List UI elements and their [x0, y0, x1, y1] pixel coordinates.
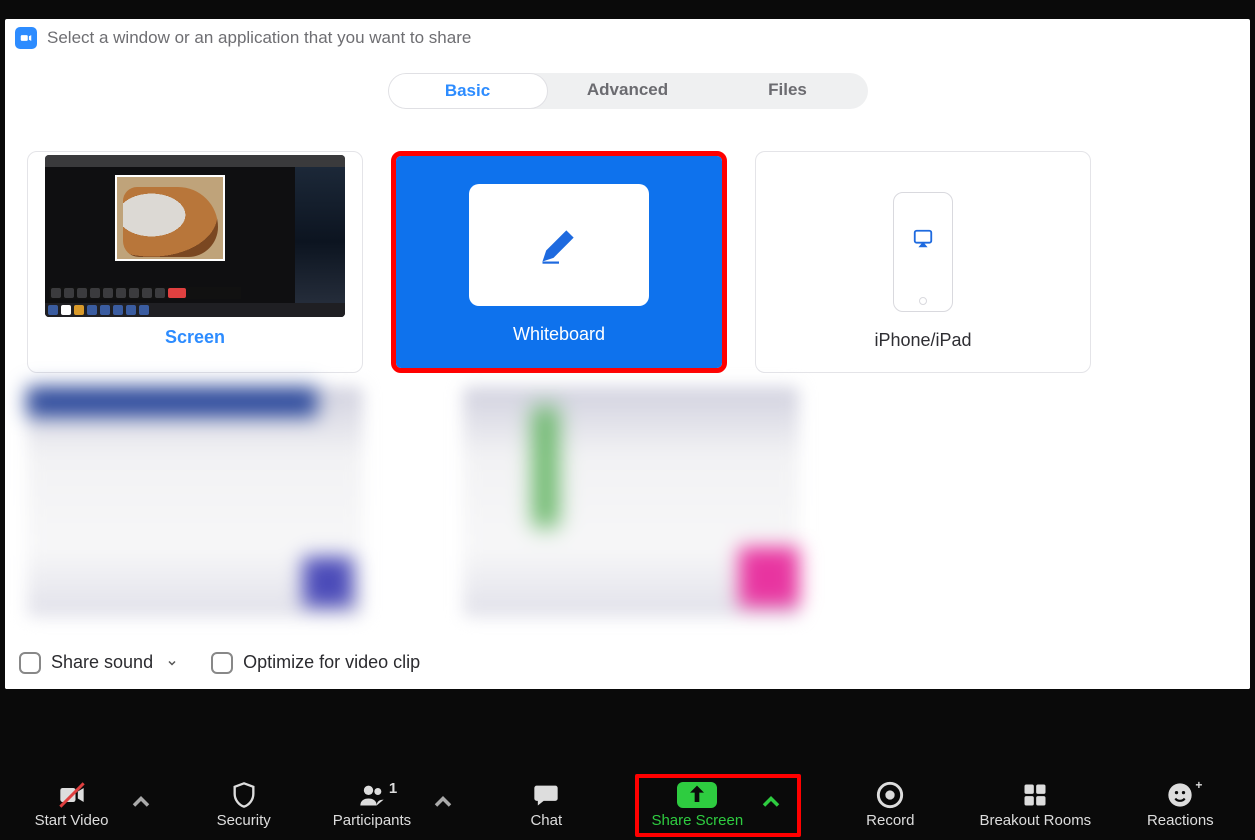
plus-badge-icon: + — [1195, 778, 1202, 792]
checkbox-icon — [211, 652, 233, 674]
security-button[interactable]: Security — [204, 782, 284, 829]
optimize-video-label: Optimize for video clip — [243, 652, 420, 673]
share-option-whiteboard-label: Whiteboard — [513, 324, 605, 345]
share-screen-dialog: Select a window or an application that y… — [5, 19, 1250, 689]
reactions-button[interactable]: + Reactions — [1140, 782, 1220, 829]
start-video-button[interactable]: Start Video — [35, 782, 109, 829]
share-tab-bar: Basic Advanced Files — [5, 73, 1250, 109]
breakout-rooms-label: Breakout Rooms — [979, 812, 1091, 829]
dialog-title: Select a window or an application that y… — [47, 28, 471, 48]
chevron-up-icon[interactable] — [127, 788, 155, 820]
chevron-down-icon[interactable] — [163, 654, 181, 672]
tab-files[interactable]: Files — [708, 73, 868, 109]
chat-icon — [532, 782, 560, 808]
participant-count-badge: 1 — [389, 780, 397, 797]
zoom-app-icon — [15, 27, 37, 49]
share-option-screen[interactable]: Screen — [27, 151, 363, 373]
reactions-icon — [1166, 782, 1194, 808]
chevron-up-icon[interactable] — [429, 788, 457, 820]
share-option-screen-label: Screen — [165, 327, 225, 348]
chevron-up-icon[interactable] — [757, 788, 785, 820]
checkbox-icon — [19, 652, 41, 674]
share-option-window-blurred-2[interactable] — [463, 387, 799, 617]
share-options-grid: Screen Whiteboard iPh — [5, 109, 1250, 373]
record-icon — [876, 782, 904, 808]
record-button[interactable]: Record — [850, 782, 930, 829]
share-screen-label: Share Screen — [651, 812, 743, 829]
optimize-video-checkbox[interactable]: Optimize for video clip — [211, 652, 420, 674]
airplay-icon — [910, 228, 936, 250]
chat-button[interactable]: Chat — [506, 782, 586, 829]
share-option-iphone-ipad[interactable]: iPhone/iPad — [755, 151, 1091, 373]
screen-thumbnail — [45, 155, 345, 317]
chat-label: Chat — [530, 812, 562, 829]
tab-basic[interactable]: Basic — [388, 73, 548, 109]
share-option-iphone-label: iPhone/iPad — [874, 330, 971, 351]
breakout-rooms-icon — [1021, 782, 1049, 808]
blurred-windows-row — [5, 373, 1250, 617]
participants-button[interactable]: 1 Participants — [333, 782, 411, 829]
tab-group: Basic Advanced Files — [388, 73, 868, 109]
share-sound-label: Share sound — [51, 652, 153, 673]
iphone-thumbnail — [893, 192, 953, 312]
shield-icon — [230, 782, 258, 808]
share-screen-button[interactable]: Share Screen — [651, 782, 743, 829]
security-label: Security — [217, 812, 271, 829]
share-screen-highlight: Share Screen — [635, 774, 801, 837]
start-video-label: Start Video — [35, 812, 109, 829]
share-option-window-blurred-1[interactable] — [27, 387, 363, 617]
share-option-whiteboard[interactable]: Whiteboard — [391, 151, 727, 373]
meeting-control-bar: Start Video Security 1 Participants Chat — [0, 770, 1255, 840]
share-sound-checkbox[interactable]: Share sound — [19, 652, 181, 674]
record-label: Record — [866, 812, 914, 829]
participants-icon — [358, 782, 386, 808]
reactions-label: Reactions — [1147, 812, 1214, 829]
share-screen-icon — [677, 782, 717, 808]
breakout-rooms-button[interactable]: Breakout Rooms — [979, 782, 1091, 829]
tab-advanced[interactable]: Advanced — [548, 73, 708, 109]
dialog-footer: Share sound Optimize for video clip — [5, 635, 1250, 689]
whiteboard-thumbnail — [469, 184, 649, 306]
pencil-icon — [537, 223, 581, 267]
dialog-header: Select a window or an application that y… — [5, 19, 1250, 57]
video-off-icon — [58, 782, 86, 808]
participants-label: Participants — [333, 812, 411, 829]
